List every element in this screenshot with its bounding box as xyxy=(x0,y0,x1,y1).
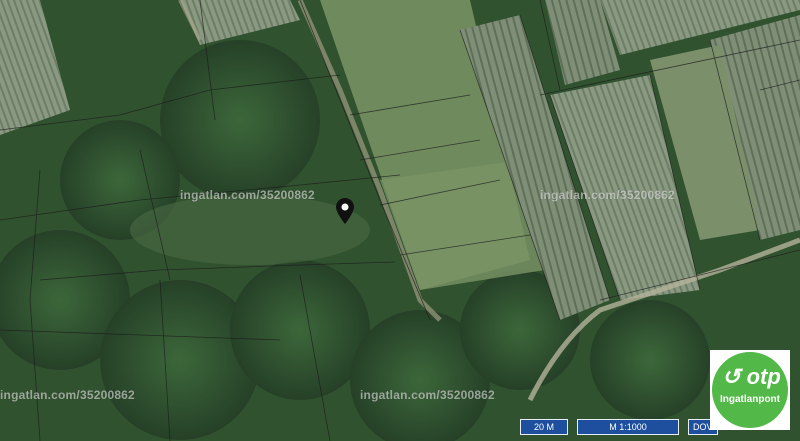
watermark: ingatlan.com/35200862 xyxy=(540,188,675,202)
logo-swirl-icon: ↺ xyxy=(722,364,741,389)
map-pin-icon[interactable] xyxy=(336,198,354,224)
logo-brand-text: otp xyxy=(746,364,781,389)
scale-ratio: M 1:1000 xyxy=(577,419,679,435)
logo-sub: Ingatlanpont xyxy=(720,394,780,405)
watermark: ingatlan.com/35200862 xyxy=(360,388,495,402)
aerial-map[interactable]: ingatlan.com/35200862 ingatlan.com/35200… xyxy=(0,0,800,441)
scale-distance: 20 M xyxy=(520,419,568,435)
logo-brand: ↺ otp xyxy=(722,364,781,390)
watermark: ingatlan.com/35200862 xyxy=(0,388,135,402)
otp-ingatlanpont-logo: ↺ otp Ingatlanpont xyxy=(710,350,790,430)
watermark: ingatlan.com/35200862 xyxy=(180,188,315,202)
aerial-imagery xyxy=(0,0,800,441)
